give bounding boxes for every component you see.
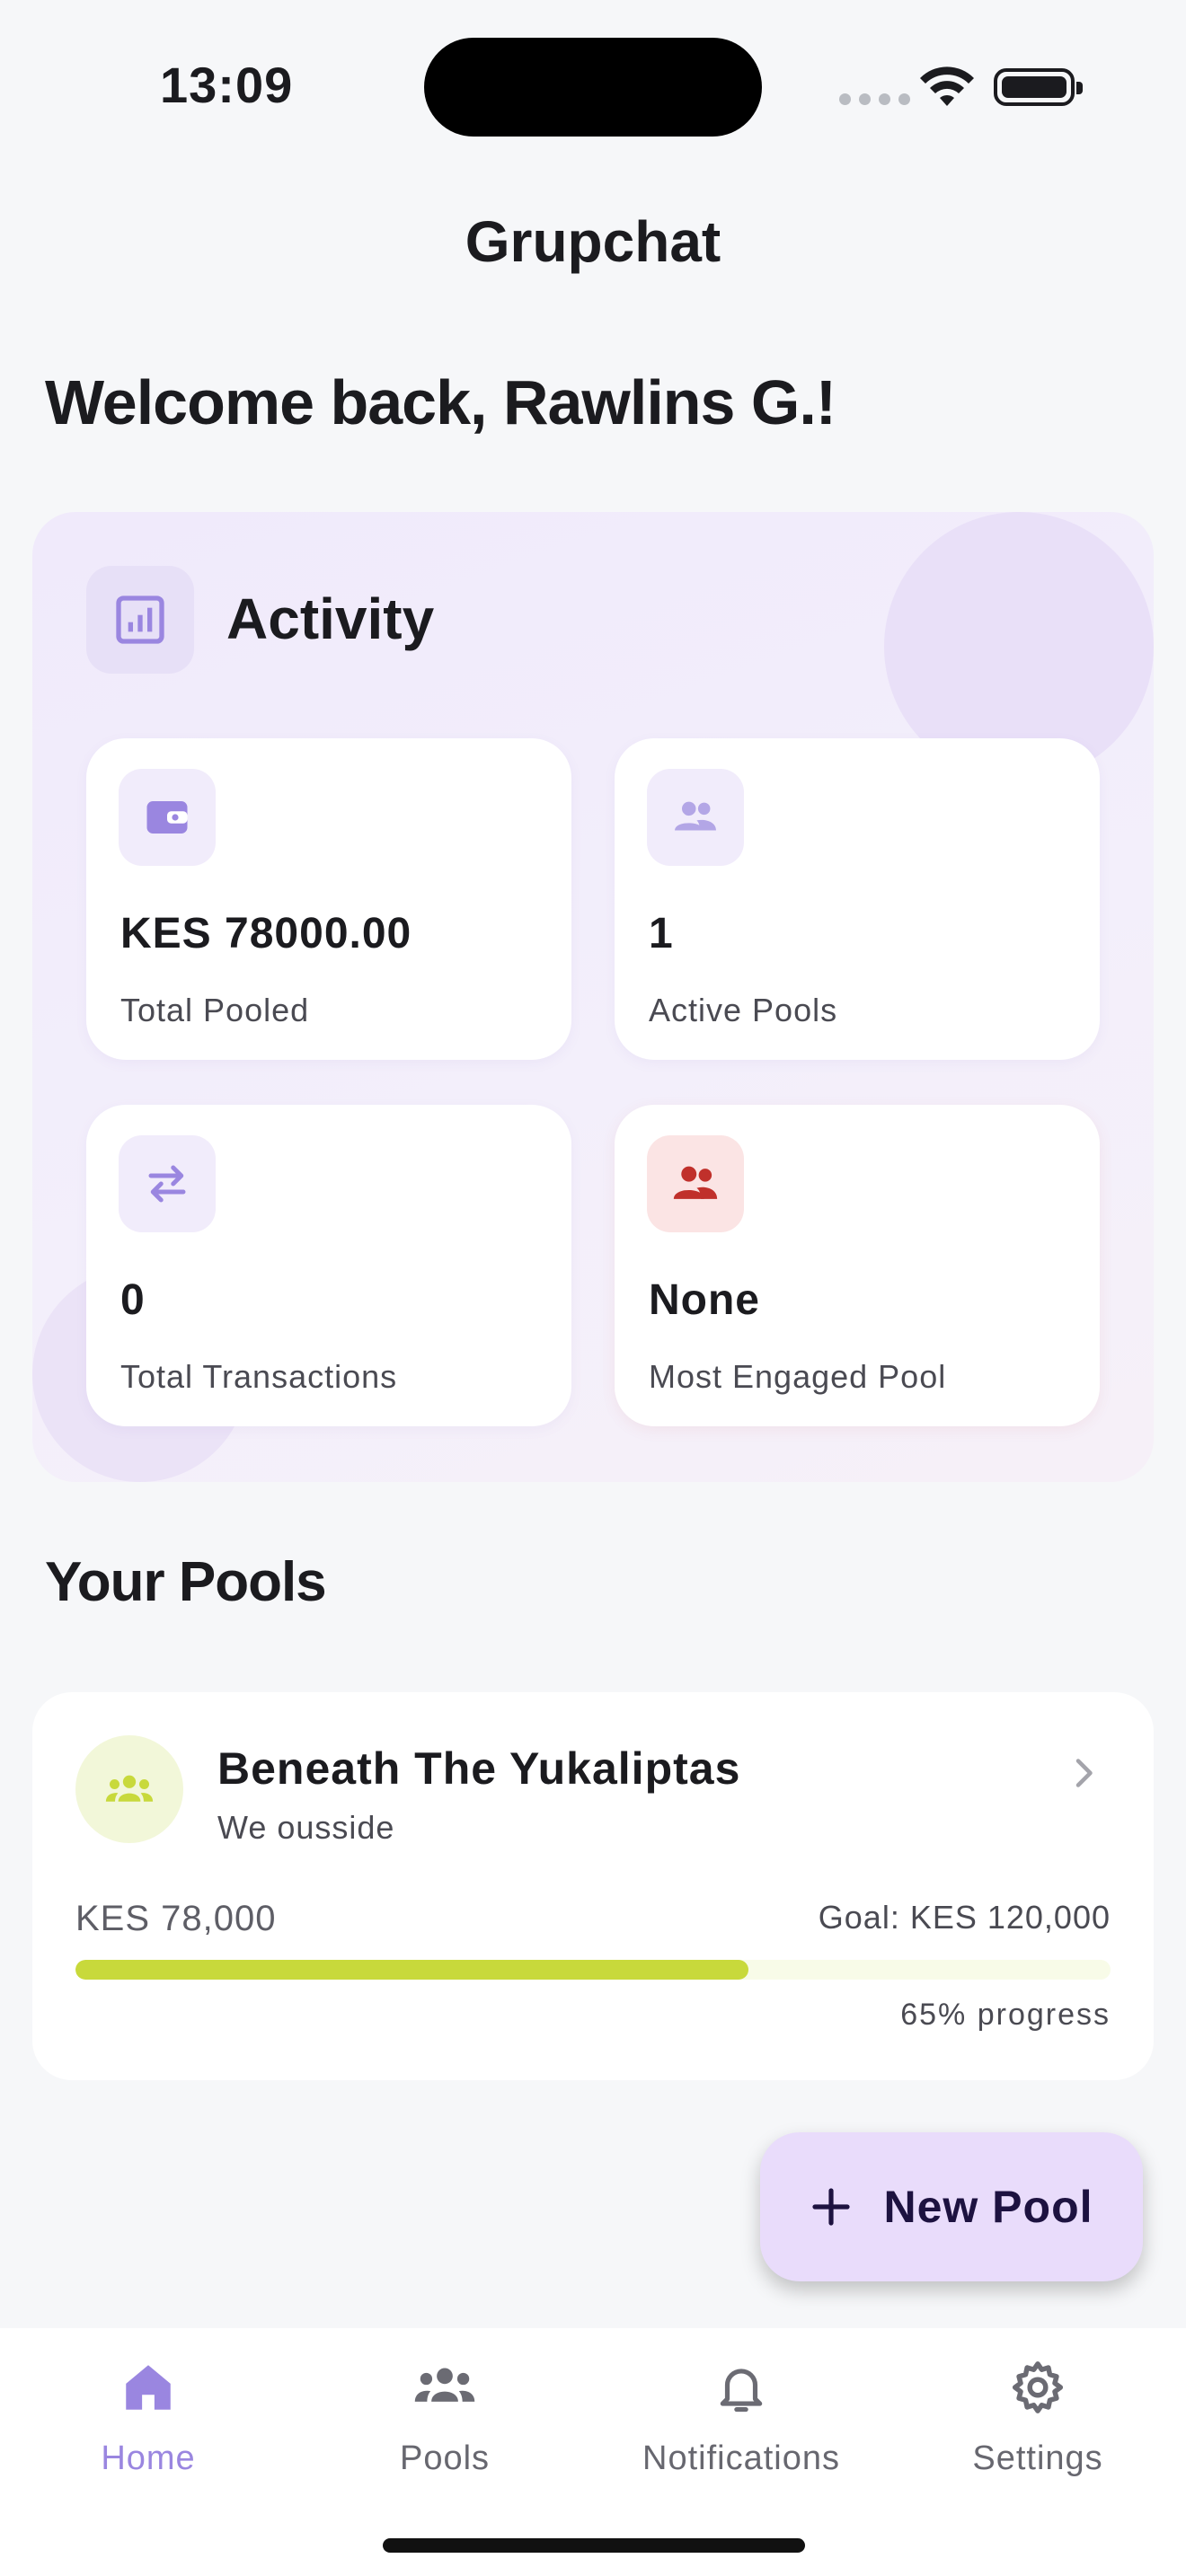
groups-icon: [414, 2368, 475, 2402]
nav-item-notifications[interactable]: Notifications: [593, 2351, 890, 2478]
progress-track: [75, 1960, 1111, 1980]
cellular-signal-icon: [839, 93, 910, 105]
analytics-icon: [86, 566, 194, 674]
activity-title: Activity: [226, 587, 435, 651]
app-title: Grupchat: [465, 209, 721, 274]
nav-label: Pools: [399, 2439, 491, 2477]
pool-card[interactable]: Beneath The Yukaliptas We ousside KES 78…: [32, 1692, 1154, 2080]
stat-card-active-pools[interactable]: 1 Active Pools: [615, 738, 1100, 1060]
people-icon: [647, 1135, 744, 1232]
swap-arrows-icon: [119, 1135, 216, 1232]
home-icon: [126, 2365, 171, 2410]
stat-card-most-engaged-pool[interactable]: None Most Engaged Pool: [615, 1105, 1100, 1426]
welcome-heading: Welcome back, Rawlins G.!: [45, 367, 836, 437]
nav-item-pools[interactable]: Pools: [296, 2351, 593, 2478]
nav-label: Notifications: [642, 2439, 840, 2477]
progress-text: 65% progress: [900, 1998, 1111, 2032]
stat-label: Active Pools: [649, 992, 838, 1028]
nav-label: Settings: [972, 2439, 1103, 2477]
battery-icon: [994, 68, 1083, 106]
progress-bar-fill: [75, 1960, 748, 1980]
pool-group-icon: [75, 1735, 183, 1843]
pool-goal: Goal: KES 120,000: [818, 1899, 1111, 1936]
stat-label: Total Transactions: [120, 1358, 398, 1395]
nav-label: Home: [101, 2439, 196, 2477]
home-indicator: [383, 2538, 805, 2553]
stat-label: Total Pooled: [120, 992, 310, 1028]
wallet-icon: [119, 769, 216, 866]
status-time: 13:09: [160, 57, 294, 113]
activity-card: Activity KES 78000.00 Total Pooled 1 Act…: [32, 512, 1154, 1482]
stat-label: Most Engaged Pool: [649, 1358, 947, 1395]
nav-item-home[interactable]: Home: [0, 2351, 296, 2478]
stat-card-total-transactions[interactable]: 0 Total Transactions: [86, 1105, 571, 1426]
new-pool-button[interactable]: New Pool: [760, 2132, 1143, 2281]
stat-value: KES 78000.00: [120, 910, 412, 957]
your-pools-heading: Your Pools: [45, 1551, 327, 1613]
pool-name: Beneath The Yukaliptas: [217, 1743, 741, 1794]
stat-card-total-pooled[interactable]: KES 78000.00 Total Pooled: [86, 738, 571, 1060]
plus-icon: [812, 2188, 851, 2226]
stat-value: None: [649, 1276, 760, 1324]
gear-icon: [1012, 2361, 1064, 2413]
new-pool-label: New Pool: [883, 2182, 1093, 2232]
wifi-icon: [920, 66, 974, 106]
pool-amount: KES 78,000: [75, 1899, 277, 1938]
nav-item-settings[interactable]: Settings: [890, 2351, 1186, 2478]
group-icon: [647, 769, 744, 866]
pool-description: We ousside: [217, 1809, 395, 1846]
dynamic-island: [424, 38, 762, 137]
app-screen: 13:09 Grupchat Welcome back, Rawlins G.!…: [0, 0, 1186, 2576]
stat-value: 0: [120, 1276, 146, 1324]
bell-icon: [720, 2369, 763, 2413]
chevron-right-icon[interactable]: [1067, 1751, 1100, 1795]
stat-value: 1: [649, 910, 674, 957]
